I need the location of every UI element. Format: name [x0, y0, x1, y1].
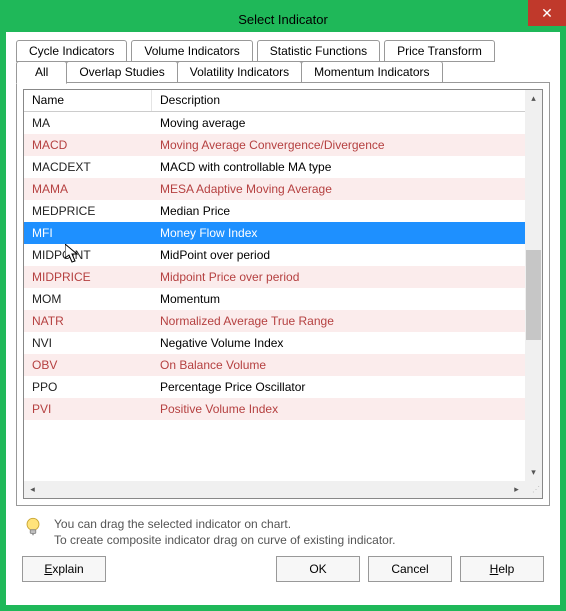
list-item[interactable]: MACDEXTMACD with controllable MA type	[24, 156, 525, 178]
indicator-description: MESA Adaptive Moving Average	[152, 182, 525, 196]
titlebar: Select Indicator ✕	[6, 6, 560, 32]
tab-overlap-studies[interactable]: Overlap Studies	[66, 61, 177, 83]
ok-button[interactable]: OK	[276, 556, 360, 582]
indicator-name: MIDPRICE	[24, 270, 152, 284]
list-item[interactable]: PPOPercentage Price Oscillator	[24, 376, 525, 398]
list-body: MAMoving averageMACDMoving Average Conve…	[24, 112, 525, 481]
tab-momentum-indicators[interactable]: Momentum Indicators	[301, 61, 442, 83]
indicator-name: NVI	[24, 336, 152, 350]
indicator-description: Moving average	[152, 116, 525, 130]
list-item[interactable]: MAMoving average	[24, 112, 525, 134]
hint-text: You can drag the selected indicator on c…	[54, 516, 396, 548]
tab-volatility-indicators[interactable]: Volatility Indicators	[177, 61, 302, 83]
tab-all[interactable]: All	[16, 61, 67, 84]
button-bar: Explain OK Cancel Help	[16, 552, 550, 584]
scroll-thumb[interactable]	[526, 250, 541, 340]
indicator-description: Normalized Average True Range	[152, 314, 525, 328]
indicator-name: MAMA	[24, 182, 152, 196]
indicator-description: Positive Volume Index	[152, 402, 525, 416]
indicator-description: Moving Average Convergence/Divergence	[152, 138, 525, 152]
list-item[interactable]: MACDMoving Average Convergence/Divergenc…	[24, 134, 525, 156]
list-item[interactable]: NATRNormalized Average True Range	[24, 310, 525, 332]
indicator-name: OBV	[24, 358, 152, 372]
indicator-name: MIDPOINT	[24, 248, 152, 262]
tab-statistic-functions[interactable]: Statistic Functions	[257, 40, 380, 62]
vertical-scrollbar[interactable]: ▴ ▾	[525, 90, 542, 481]
tab-price-transform[interactable]: Price Transform	[384, 40, 495, 62]
content-area: Cycle Indicators Volume Indicators Stati…	[6, 32, 560, 605]
close-button[interactable]: ✕	[528, 0, 566, 26]
tab-cycle-indicators[interactable]: Cycle Indicators	[16, 40, 127, 62]
indicator-name: PVI	[24, 402, 152, 416]
scroll-down-icon[interactable]: ▾	[525, 464, 542, 481]
list-header: Name Description	[24, 90, 542, 112]
indicator-name: MOM	[24, 292, 152, 306]
column-header-name[interactable]: Name	[24, 90, 152, 111]
scroll-left-icon[interactable]: ◂	[24, 481, 41, 498]
close-icon: ✕	[541, 5, 553, 22]
list-item[interactable]: OBVOn Balance Volume	[24, 354, 525, 376]
tab-panel: Name Description MAMoving averageMACDMov…	[16, 82, 550, 506]
indicator-description: Median Price	[152, 204, 525, 218]
lightbulb-icon	[22, 516, 44, 538]
hint-line-1: You can drag the selected indicator on c…	[54, 516, 396, 532]
indicator-name: PPO	[24, 380, 152, 394]
indicator-description: Momentum	[152, 292, 525, 306]
scroll-right-icon[interactable]: ▸	[508, 481, 525, 498]
indicator-description: Midpoint Price over period	[152, 270, 525, 284]
indicator-description: Percentage Price Oscillator	[152, 380, 525, 394]
cancel-button[interactable]: Cancel	[368, 556, 452, 582]
list-item[interactable]: PVIPositive Volume Index	[24, 398, 525, 420]
list-item[interactable]: MEDPRICEMedian Price	[24, 200, 525, 222]
scroll-up-icon[interactable]: ▴	[525, 90, 542, 107]
window-title: Select Indicator	[238, 12, 328, 27]
indicator-name: MFI	[24, 226, 152, 240]
indicator-description: MACD with controllable MA type	[152, 160, 525, 174]
tab-row-lower: All Overlap Studies Volatility Indicator…	[16, 61, 550, 83]
list-item[interactable]: MOMMomentum	[24, 288, 525, 310]
column-header-description[interactable]: Description	[152, 90, 542, 111]
list-item[interactable]: MIDPOINTMidPoint over period	[24, 244, 525, 266]
tab-volume-indicators[interactable]: Volume Indicators	[131, 40, 252, 62]
indicator-name: MA	[24, 116, 152, 130]
hint-line-2: To create composite indicator drag on cu…	[54, 532, 396, 548]
dialog-window: Select Indicator ✕ Cycle Indicators Volu…	[0, 0, 566, 611]
resize-grip-icon: ⋰	[525, 481, 542, 498]
indicator-description: On Balance Volume	[152, 358, 525, 372]
indicator-name: MEDPRICE	[24, 204, 152, 218]
explain-button[interactable]: Explain	[22, 556, 106, 582]
indicator-description: Money Flow Index	[152, 226, 525, 240]
indicator-name: MACDEXT	[24, 160, 152, 174]
help-button[interactable]: Help	[460, 556, 544, 582]
indicator-list: Name Description MAMoving averageMACDMov…	[23, 89, 543, 499]
list-item[interactable]: MFIMoney Flow Index	[24, 222, 525, 244]
tab-row-upper: Cycle Indicators Volume Indicators Stati…	[16, 40, 550, 61]
list-item[interactable]: NVINegative Volume Index	[24, 332, 525, 354]
list-item[interactable]: MIDPRICEMidpoint Price over period	[24, 266, 525, 288]
indicator-description: MidPoint over period	[152, 248, 525, 262]
horizontal-scrollbar[interactable]: ◂ ▸	[24, 481, 525, 498]
indicator-name: NATR	[24, 314, 152, 328]
list-item[interactable]: MAMAMESA Adaptive Moving Average	[24, 178, 525, 200]
indicator-description: Negative Volume Index	[152, 336, 525, 350]
hint-area: You can drag the selected indicator on c…	[16, 506, 550, 552]
indicator-name: MACD	[24, 138, 152, 152]
